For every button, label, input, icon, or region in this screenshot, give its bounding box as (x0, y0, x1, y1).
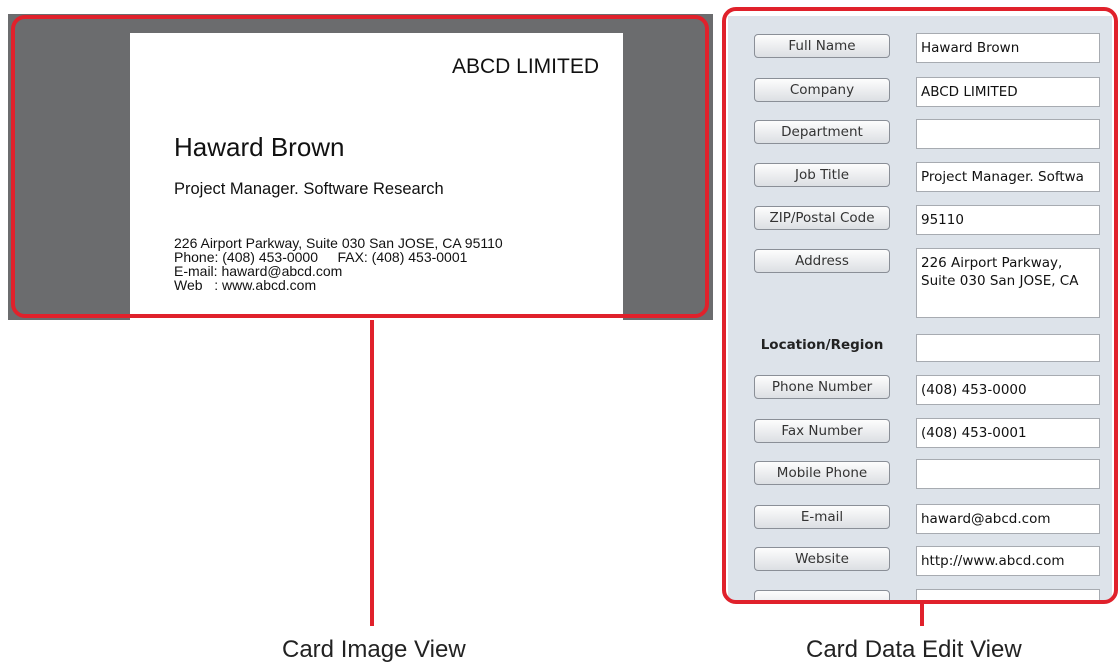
edit-view-caption: Card Data Edit View (806, 636, 1022, 663)
image-view-callout-line (370, 320, 374, 626)
card-data-edit-view-highlight (722, 7, 1118, 604)
edit-view-callout-line (920, 604, 924, 626)
image-view-caption: Card Image View (282, 636, 466, 663)
card-image-view-highlight (11, 15, 709, 318)
